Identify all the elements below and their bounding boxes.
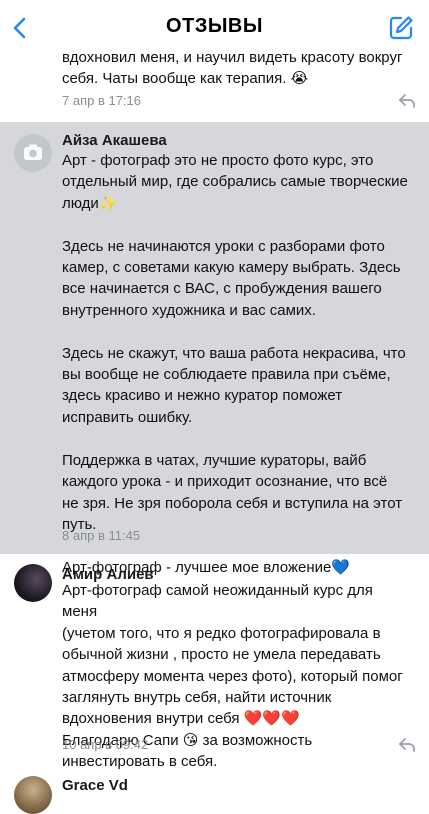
author-name[interactable]: Айза Акашева	[62, 132, 167, 149]
avatar[interactable]	[14, 134, 52, 172]
review-text: Арт - фотограф это не просто фото курс, …	[62, 152, 408, 576]
page-title: ОТЗЫВЫ	[166, 15, 263, 37]
compose-edit-icon[interactable]	[387, 14, 415, 42]
review-date: 7 апр в 17:16	[62, 93, 142, 108]
review-date: 8 апр в 11:45	[62, 528, 141, 543]
review-item: вдохновил меня, и научил видеть красоту …	[0, 49, 429, 122]
review-item: Амир Алиев Арт-фотограф самой неожиданны…	[0, 554, 429, 772]
review-item: Grace Vd	[0, 772, 429, 814]
reply-icon[interactable]	[397, 735, 417, 755]
reply-icon[interactable]	[397, 91, 417, 111]
avatar[interactable]	[14, 776, 52, 814]
review-date: 10 апр в 09:42	[62, 737, 149, 752]
review-item-highlighted: Айза Акашева Арт - фотограф это не прост…	[0, 122, 429, 576]
avatar[interactable]	[14, 564, 52, 602]
top-bar: ОТЗЫВЫ	[0, 0, 429, 54]
author-name[interactable]: Grace Vd	[62, 777, 128, 794]
camera-placeholder-icon	[24, 144, 42, 160]
